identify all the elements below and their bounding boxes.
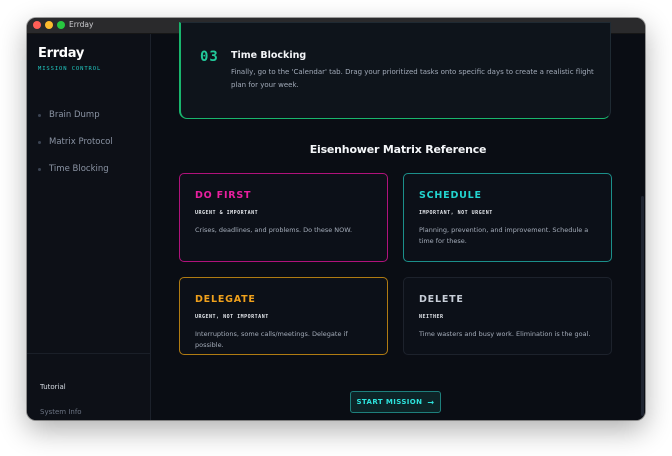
start-mission-button[interactable]: START MISSION → (350, 391, 441, 413)
bullet-dot-icon (38, 113, 41, 117)
quadrant-do-first: DO FIRST URGENT & IMPORTANT Crises, dead… (179, 173, 388, 262)
sidebar-item-time-blocking[interactable]: Time Blocking (38, 162, 109, 176)
quadrant-description: Planning, prevention, and improvement. S… (419, 226, 589, 245)
sidebar-divider (27, 353, 150, 354)
quadrant-title: DO FIRST (195, 190, 252, 201)
sidebar-item-label: Brain Dump (49, 110, 100, 120)
quadrant-description: Time wasters and busy work. Elimination … (419, 330, 591, 338)
system-info-link[interactable]: System Info (40, 408, 82, 416)
sidebar-item-matrix-protocol[interactable]: Matrix Protocol (38, 135, 113, 149)
step-card: 03 Time Blocking Finally, go to the 'Cal… (179, 22, 611, 119)
step-number: 03 (200, 49, 219, 65)
quadrant-delegate: DELEGATE URGENT, NOT IMPORTANT Interrupt… (179, 277, 388, 355)
bullet-dot-icon (38, 140, 41, 144)
sidebar-item-label: Matrix Protocol (49, 137, 113, 147)
brand-logo: Errday (38, 46, 85, 61)
matrix-heading: Eisenhower Matrix Reference (309, 143, 487, 156)
quadrant-tag: IMPORTANT, NOT URGENT (419, 210, 493, 216)
sidebar-item-brain-dump[interactable]: Brain Dump (38, 108, 100, 122)
main-content: 03 Time Blocking Finally, go to the 'Cal… (151, 22, 645, 420)
quadrant-description: Crises, deadlines, and problems. Do thes… (195, 226, 353, 234)
close-window-button[interactable] (33, 21, 41, 29)
quadrant-schedule: SCHEDULE IMPORTANT, NOT URGENT Planning,… (403, 173, 612, 262)
bullet-dot-icon (38, 167, 41, 171)
quadrant-description: Interruptions, some calls/meetings. Dele… (195, 330, 348, 349)
window-title: Errday (69, 20, 94, 29)
minimize-window-button[interactable] (45, 21, 53, 29)
sidebar-item-label: Time Blocking (49, 164, 109, 174)
app-window: Errday Errday MISSION CONTROL Brain Dump… (27, 18, 645, 420)
start-mission-label: START MISSION (356, 398, 423, 406)
arrow-right-icon: → (427, 397, 435, 407)
tutorial-link[interactable]: Tutorial (40, 383, 66, 391)
quadrant-delete: DELETE NEITHER Time wasters and busy wor… (403, 277, 612, 355)
sidebar: Errday MISSION CONTROL Brain Dump Matrix… (27, 34, 151, 420)
step-title: Time Blocking (231, 50, 307, 61)
quadrant-title: DELEGATE (195, 294, 256, 305)
quadrant-title: SCHEDULE (419, 190, 482, 201)
quadrant-tag: URGENT, NOT IMPORTANT (195, 314, 269, 320)
step-description: Finally, go to the 'Calendar' tab. Drag … (231, 68, 594, 89)
quadrant-tag: URGENT & IMPORTANT (195, 210, 259, 216)
brand-subtitle: MISSION CONTROL (38, 66, 102, 72)
quadrant-title: DELETE (419, 294, 464, 305)
quadrant-tag: NEITHER (419, 314, 444, 320)
maximize-window-button[interactable] (57, 21, 65, 29)
scrollbar-thumb[interactable] (641, 196, 644, 416)
